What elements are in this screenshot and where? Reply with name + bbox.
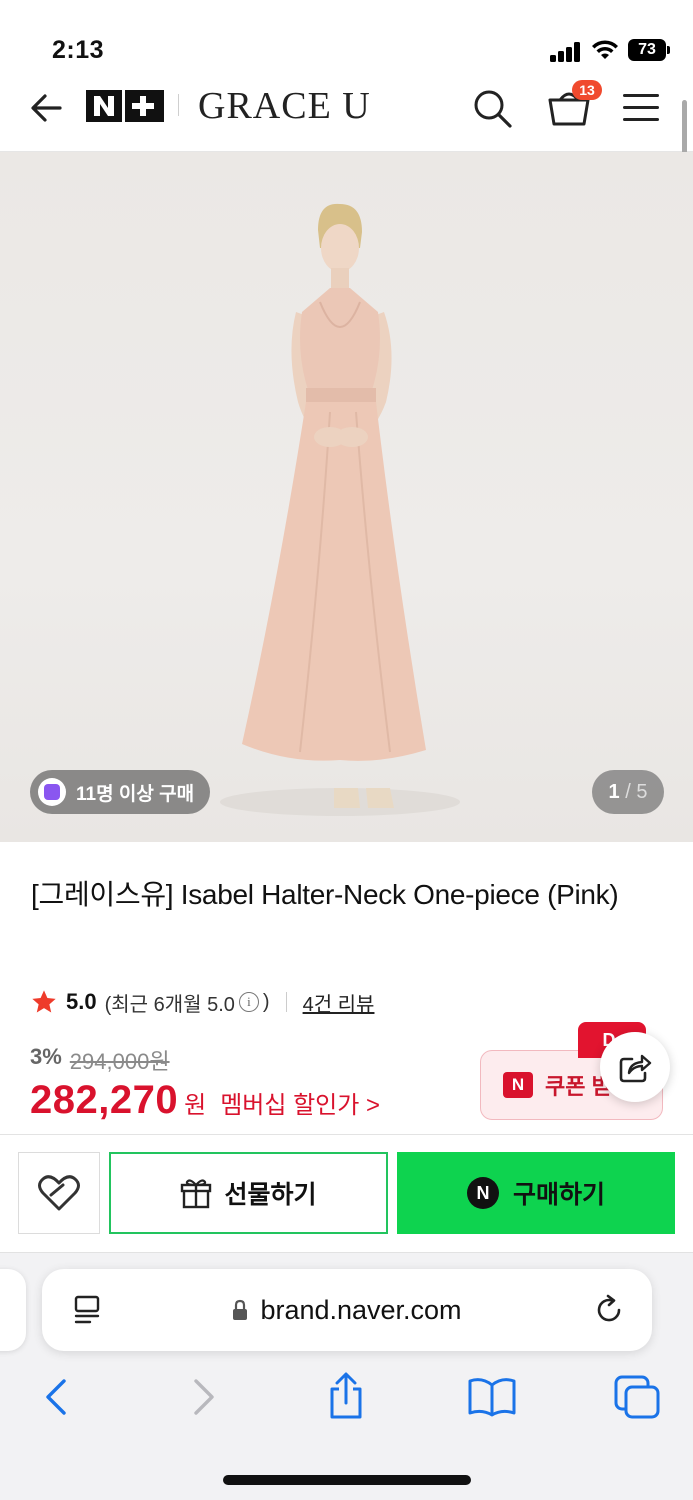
previous-tab-preview[interactable]: [0, 1269, 26, 1351]
product-photo: [220, 203, 460, 816]
header-divider: [178, 94, 179, 116]
buy-button[interactable]: N 구매하기: [397, 1152, 675, 1234]
buyers-count-text: 11명 이상 구매: [76, 783, 195, 805]
cellular-signal-icon: [550, 42, 582, 62]
currency-unit: 원: [184, 1092, 207, 1119]
share-icon: [619, 1054, 652, 1083]
wifi-icon: [592, 40, 618, 59]
status-bar: 2:13 73: [0, 0, 693, 80]
rating-row: 5.0 (최근 6개월 5.0 i ) 4건 리뷰: [30, 986, 374, 1018]
gift-icon: [181, 1179, 212, 1209]
lock-icon: [233, 1299, 248, 1320]
info-icon[interactable]: i: [238, 992, 259, 1012]
arrow-left-icon[interactable]: [26, 88, 66, 128]
reload-icon[interactable]: [592, 1293, 626, 1327]
gift-button[interactable]: 선물하기: [109, 1152, 388, 1234]
heart-icon: [38, 1175, 80, 1211]
page-separator: /: [625, 781, 631, 803]
buyers-count-badge: 11명 이상 구매: [30, 770, 211, 814]
product-image-gallery[interactable]: 11명 이상 구매 1 / 5: [0, 152, 693, 842]
product-title: [그레이스유] Isabel Halter-Neck One-piece (Pi…: [31, 879, 619, 910]
share-button[interactable]: [600, 1032, 670, 1102]
site-header: GRACE U 13: [0, 80, 693, 152]
rating-divider: [285, 992, 287, 1012]
recent-rating-close: ): [262, 990, 270, 1013]
sale-price: 282,270: [30, 1078, 179, 1122]
url-text: brand.naver.com: [260, 1294, 462, 1325]
browser-toolbar: brand.naver.com: [0, 1252, 693, 1500]
tabs-icon[interactable]: [612, 1373, 662, 1421]
current-page: 1: [608, 781, 620, 803]
gift-label: 선물하기: [224, 1181, 317, 1209]
hamburger-menu-icon[interactable]: [620, 90, 662, 126]
wishlist-button[interactable]: [18, 1152, 100, 1234]
brand-logo[interactable]: GRACE U: [198, 84, 371, 128]
home-indicator[interactable]: [223, 1475, 471, 1485]
rating-score: 5.0: [66, 989, 97, 1014]
address-bar[interactable]: brand.naver.com: [42, 1269, 652, 1351]
price-row: 282,270 원 멤버십 할인가 >: [30, 1078, 380, 1123]
image-page-indicator: 1 / 5: [592, 770, 664, 814]
action-bar-divider: [0, 1134, 693, 1135]
naver-n-icon: N: [503, 1072, 533, 1098]
membership-price-link[interactable]: 멤버십 할인가 >: [220, 1085, 380, 1120]
review-count-link[interactable]: 4건 리뷰: [303, 988, 375, 1017]
star-icon: [32, 990, 56, 1013]
discount-row: 3% 294,000원: [30, 1044, 170, 1076]
chevron-left-icon[interactable]: [36, 1375, 76, 1419]
battery-icon: 73: [628, 39, 670, 61]
cart-count-badge: 13: [572, 80, 602, 100]
original-price: 294,000원: [69, 1049, 170, 1074]
discount-rate: 3%: [30, 1044, 62, 1069]
search-icon[interactable]: [470, 86, 514, 130]
chevron-right-icon[interactable]: [184, 1375, 224, 1419]
share-icon[interactable]: [324, 1371, 368, 1421]
url-container: brand.naver.com: [42, 1269, 652, 1351]
buy-label: 구매하기: [512, 1181, 605, 1209]
bookmarks-icon[interactable]: [466, 1375, 518, 1419]
total-pages: 5: [636, 781, 648, 803]
status-time: 2:13: [52, 36, 105, 64]
naver-plus-logo[interactable]: [86, 90, 164, 122]
naver-pay-icon: N: [466, 1177, 499, 1209]
battery-level: 73: [628, 39, 666, 61]
recent-rating: (최근 6개월 5.0: [104, 993, 235, 1016]
shopping-bag-icon: [38, 778, 66, 806]
